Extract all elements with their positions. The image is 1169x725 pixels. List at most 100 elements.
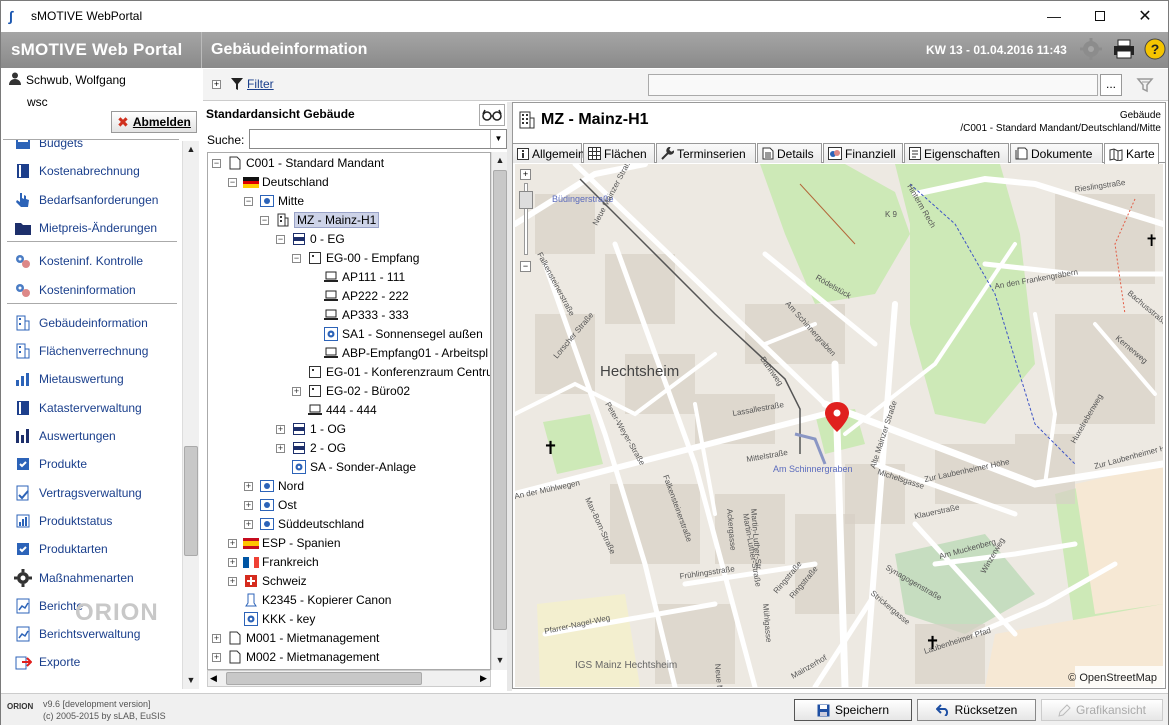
- zoom-control[interactable]: + −: [519, 169, 533, 272]
- expand-icon[interactable]: +: [276, 443, 285, 453]
- expand-icon[interactable]: +: [292, 386, 301, 396]
- nav-item-produktstatus[interactable]: Produktstatus: [13, 510, 112, 532]
- tree-node-label[interactable]: Süddeutschland: [278, 517, 364, 531]
- view-toggle-button[interactable]: [479, 104, 505, 126]
- tree-node[interactable]: − C001 - Standard Mandant: [212, 154, 384, 172]
- expand-icon[interactable]: +: [212, 652, 221, 662]
- tree-node-label[interactable]: M002 - Mietmanagement: [246, 650, 379, 664]
- nav-item-bedarfsanforderungen[interactable]: Bedarfsanforderungen: [13, 189, 158, 211]
- graphic-view-button[interactable]: Grafikansicht: [1041, 699, 1163, 721]
- tree-node[interactable]: − Mitte: [244, 192, 304, 210]
- scroll-left-icon[interactable]: ◀: [210, 671, 217, 686]
- expand-icon[interactable]: +: [228, 538, 237, 548]
- tree-node[interactable]: + Ost: [244, 496, 297, 514]
- tree-node-label[interactable]: EG-02 - Büro02: [326, 384, 410, 398]
- close-button[interactable]: ✕: [1122, 1, 1168, 31]
- map-canvas[interactable]: ✝ ✝ ✝ Büdingerstraße Neue Mainzer Straße…: [515, 164, 1163, 687]
- nav-item-flächenverrechnung[interactable]: Flächenverrechnung: [13, 340, 148, 362]
- tree-node-label[interactable]: Schweiz: [262, 574, 307, 588]
- nav-item-maßnahmenarten[interactable]: Maßnahmenarten: [13, 567, 134, 589]
- tab-dokumente[interactable]: Dokumente: [1010, 143, 1103, 163]
- scroll-up-icon[interactable]: ▲: [492, 152, 508, 168]
- collapse-icon[interactable]: −: [212, 158, 221, 168]
- minimize-button[interactable]: —: [1031, 1, 1077, 31]
- chevron-down-icon[interactable]: ▼: [490, 130, 506, 148]
- tree-node-label[interactable]: SA - Sonder-Anlage: [310, 460, 416, 474]
- tree-node[interactable]: AP222 - 222: [308, 287, 409, 305]
- tab-details[interactable]: Details: [757, 143, 822, 163]
- scroll-down-icon[interactable]: ▼: [492, 652, 508, 668]
- tree-node-label[interactable]: ESP - Spanien: [262, 536, 341, 550]
- expand-icon[interactable]: +: [212, 633, 221, 643]
- gear-icon[interactable]: [1079, 37, 1103, 61]
- nav-item-budgets[interactable]: Budgets: [13, 140, 83, 154]
- collapse-icon[interactable]: −: [244, 196, 253, 206]
- zoom-in-button[interactable]: +: [520, 169, 531, 180]
- tab-flächen[interactable]: Flächen: [583, 143, 655, 163]
- expand-icon[interactable]: +: [228, 576, 237, 586]
- tree-node-label[interactable]: AP333 - 333: [342, 308, 409, 322]
- tree-node-label[interactable]: M001 - Mietmanagement: [246, 631, 379, 645]
- tree-node[interactable]: ABP-Empfang01 - Arbeitspl: [308, 344, 488, 362]
- collapse-icon[interactable]: −: [276, 234, 285, 244]
- tree-node-label[interactable]: ABP-Empfang01 - Arbeitspl: [342, 346, 488, 360]
- nav-scroll-thumb[interactable]: [184, 446, 198, 556]
- reset-button[interactable]: Rücksetzen: [917, 699, 1036, 721]
- tree-node-label[interactable]: SA1 - Sonnensegel außen: [342, 327, 483, 341]
- collapse-icon[interactable]: −: [292, 253, 301, 263]
- logout-button[interactable]: ✖ Abmelden: [111, 111, 197, 133]
- tree-node-label[interactable]: EG-01 - Konferenzraum Centru: [326, 365, 490, 379]
- tab-eigenschaften[interactable]: Eigenschaften: [904, 143, 1009, 163]
- expand-icon[interactable]: +: [244, 500, 253, 510]
- maximize-button[interactable]: [1077, 1, 1123, 31]
- zoom-slider-handle[interactable]: [519, 191, 533, 209]
- nav-item-vertragsverwaltung[interactable]: Vertragsverwaltung: [13, 482, 142, 504]
- tab-terminserien[interactable]: Terminserien: [656, 143, 756, 163]
- tab-finanziell[interactable]: Finanziell: [823, 143, 903, 163]
- nav-item-katasterverwaltung[interactable]: Katasterverwaltung: [13, 397, 142, 419]
- tree-node[interactable]: + EG-02 - Büro02: [292, 382, 410, 400]
- tree-node[interactable]: + Schweiz: [228, 572, 307, 590]
- filter-expand-toggle[interactable]: +: [212, 80, 221, 89]
- tree-node[interactable]: 444 - 444: [292, 401, 377, 419]
- filter-more-button[interactable]: ...: [1100, 74, 1122, 96]
- tree-node-label[interactable]: Frankreich: [262, 555, 319, 569]
- collapse-icon[interactable]: −: [260, 215, 269, 225]
- tree-node-label[interactable]: AP222 - 222: [342, 289, 409, 303]
- collapse-icon[interactable]: −: [228, 177, 237, 187]
- printer-icon[interactable]: [1112, 37, 1136, 61]
- tree-scroll-thumb[interactable]: [493, 170, 507, 630]
- tree-node-label[interactable]: EG-00 - Empfang: [326, 251, 419, 265]
- tree-node[interactable]: AP111 - 111: [308, 268, 405, 286]
- scroll-down-icon[interactable]: ▼: [183, 672, 199, 688]
- tree-hscrollbar[interactable]: ◀ ▶: [207, 670, 491, 687]
- save-button[interactable]: Speichern: [794, 699, 912, 721]
- nav-item-produkte[interactable]: Produkte: [13, 453, 87, 475]
- tree-node[interactable]: +1 - OG: [276, 420, 346, 438]
- nav-item-exporte[interactable]: Exporte: [13, 651, 80, 673]
- tree-node[interactable]: +2 - OG: [276, 439, 346, 457]
- nav-scrollbar[interactable]: ▲ ▼: [182, 141, 199, 689]
- tree-node[interactable]: + M002 - Mietmanagement: [212, 648, 379, 666]
- filter-clear-icon[interactable]: [1136, 76, 1154, 97]
- tree-node[interactable]: SA1 - Sonnensegel außen: [308, 325, 483, 343]
- tree-node-label[interactable]: 444 - 444: [326, 403, 377, 417]
- scroll-right-icon[interactable]: ▶: [480, 671, 487, 686]
- tree-node[interactable]: + Nord: [244, 477, 304, 495]
- zoom-out-button[interactable]: −: [520, 261, 531, 272]
- nav-item-mietauswertung[interactable]: Mietauswertung: [13, 368, 124, 390]
- tree-node[interactable]: K2345 - Kopierer Canon: [228, 591, 391, 609]
- tab-allgemein[interactable]: Allgemein: [512, 143, 585, 163]
- tree-node-label[interactable]: Deutschland: [262, 175, 329, 189]
- expand-icon[interactable]: +: [244, 481, 253, 491]
- expand-icon[interactable]: +: [244, 519, 253, 529]
- tree-node[interactable]: AP333 - 333: [308, 306, 409, 324]
- nav-item-mietpreis-änderungen[interactable]: Mietpreis-Änderungen: [13, 217, 157, 239]
- tree-node-label[interactable]: 0 - EG: [310, 232, 345, 246]
- map-view[interactable]: ✝ ✝ ✝ Büdingerstraße Neue Mainzer Straße…: [515, 164, 1163, 687]
- tree-node-label[interactable]: 2 - OG: [310, 441, 346, 455]
- tab-karte[interactable]: Karte: [1104, 143, 1159, 164]
- filter-link[interactable]: Filter: [231, 77, 274, 91]
- tree-node-label[interactable]: Nord: [278, 479, 304, 493]
- help-icon[interactable]: ?: [1143, 37, 1167, 61]
